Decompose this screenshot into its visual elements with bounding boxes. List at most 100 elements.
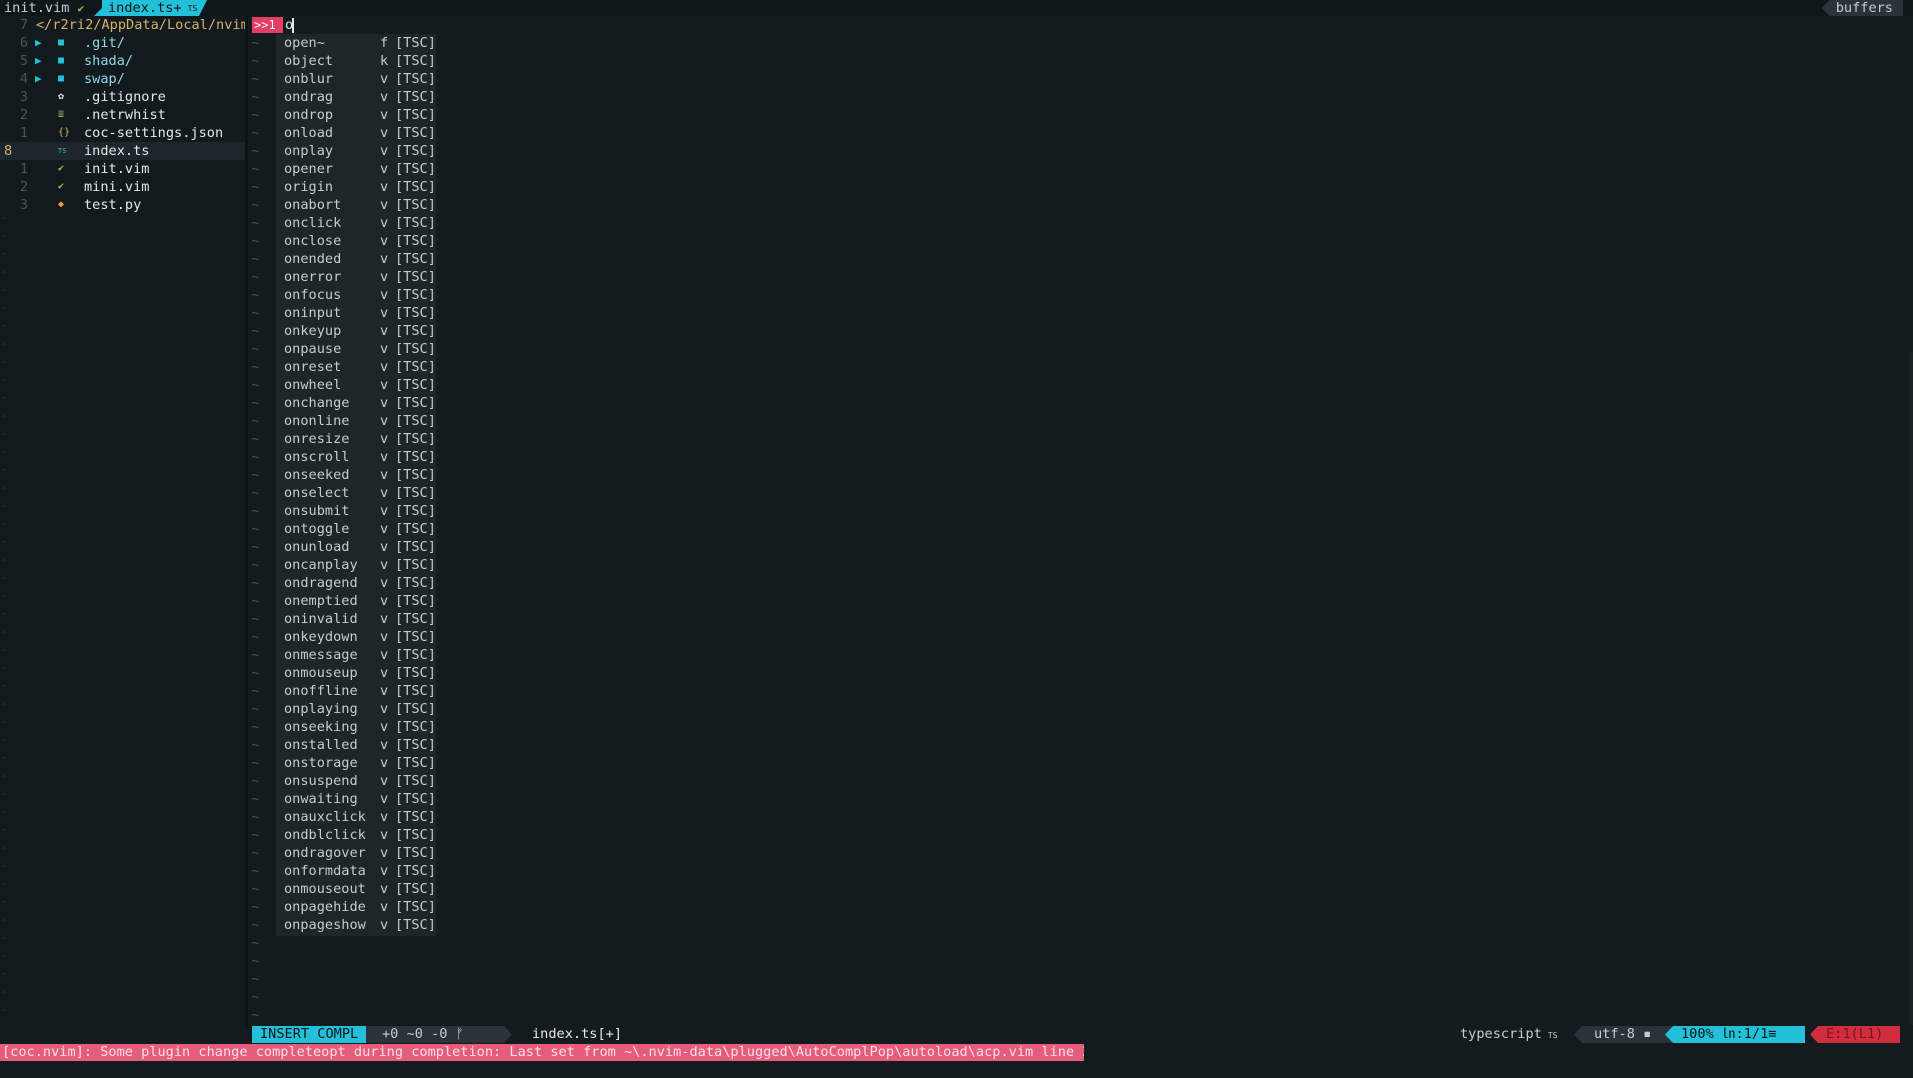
completion-kind: v (380, 665, 389, 681)
expand-arrow-icon[interactable]: ▶ (35, 34, 42, 52)
completion-word: onscroll (284, 449, 350, 465)
file-name[interactable]: coc-settings.json (84, 124, 223, 142)
empty-line-marker: ´ (0, 793, 7, 804)
completion-item[interactable]: ondrop v [TSC] (284, 106, 436, 124)
completion-kind: v (380, 845, 389, 861)
completion-word: onsuspend (284, 773, 358, 789)
completion-item[interactable]: onclose v [TSC] (284, 232, 436, 250)
completion-source: [TSC] (395, 251, 436, 267)
status-filename: index.ts[+] (532, 1026, 623, 1042)
empty-line-marker: ~ (251, 557, 260, 573)
completion-item[interactable]: onchange v [TSC] (284, 394, 436, 412)
expand-arrow-icon[interactable]: ▶ (35, 70, 42, 88)
completion-kind: v (380, 323, 389, 339)
completion-item[interactable]: onmouseout v [TSC] (284, 880, 436, 898)
completion-item[interactable]: object k [TSC] (284, 52, 436, 70)
completion-word: onmouseup (284, 665, 358, 681)
vim-icon: ✔ (58, 181, 65, 192)
completion-item[interactable]: ontoggle v [TSC] (284, 520, 436, 538)
empty-line-marker: ~ (251, 269, 260, 285)
completion-item[interactable]: onauxclick v [TSC] (284, 808, 436, 826)
expand-arrow-icon[interactable]: ▶ (35, 52, 42, 70)
status-diagnostics[interactable]: E:1(L1) (1810, 1026, 1900, 1043)
completion-item[interactable]: onoffline v [TSC] (284, 682, 436, 700)
file-name[interactable]: .gitignore (84, 88, 166, 106)
tab-index-ts[interactable]: index.ts+ TS (94, 0, 207, 16)
file-name[interactable]: shada/ (84, 52, 133, 70)
completion-item[interactable]: onscroll v [TSC] (284, 448, 436, 466)
completion-item[interactable]: ondragend v [TSC] (284, 574, 436, 592)
scrollbar[interactable] (1909, 352, 1913, 1032)
empty-line-marker: ´ (0, 703, 7, 714)
buffers-label[interactable]: buffers (1821, 0, 1903, 16)
mode-indicator: INSERT COMPL (252, 1026, 374, 1043)
empty-line-marker: ´ (0, 1009, 7, 1020)
completion-item[interactable]: opener v [TSC] (284, 160, 436, 178)
completion-item[interactable]: onplay v [TSC] (284, 142, 436, 160)
completion-item[interactable]: onselect v [TSC] (284, 484, 436, 502)
completion-word: ondragover (284, 845, 366, 861)
editor-pane[interactable]: ~ ~ ~ ~ ~ ~ ~ ~ ~ ~ ~ ~ ~ ~ ~ ~ ~ ~ ~ ~ ~ ~ ~ ~ ~ ~ ~ ~ ~ ~ ~ ~ ~ ~ ~ ~ ~ ~ ~ ~… (248, 16, 1913, 1027)
completion-item[interactable]: onstalled v [TSC] (284, 736, 436, 754)
completion-item[interactable]: onseeked v [TSC] (284, 466, 436, 484)
completion-item[interactable]: ononline v [TSC] (284, 412, 436, 430)
completion-source: [TSC] (395, 179, 436, 195)
file-name[interactable]: index.ts (84, 142, 149, 160)
file-name[interactable]: .netrwhist (84, 106, 166, 124)
completion-item[interactable]: onwaiting v [TSC] (284, 790, 436, 808)
completion-item[interactable]: onwheel v [TSC] (284, 376, 436, 394)
file-name[interactable]: test.py (84, 196, 141, 214)
completion-item[interactable]: onstorage v [TSC] (284, 754, 436, 772)
completion-source: [TSC] (395, 521, 436, 537)
line-number: 6 (19, 35, 28, 51)
completion-item[interactable]: onemptied v [TSC] (284, 592, 436, 610)
completion-item[interactable]: onload v [TSC] (284, 124, 436, 142)
empty-line-marker: ~ (251, 413, 260, 429)
file-name[interactable]: .git/ (84, 34, 125, 52)
completion-item[interactable]: ondrag v [TSC] (284, 88, 436, 106)
completion-source: [TSC] (395, 647, 436, 663)
file-name[interactable]: init.vim (84, 160, 149, 178)
completion-item[interactable]: onerror v [TSC] (284, 268, 436, 286)
completion-item[interactable]: onmouseup v [TSC] (284, 664, 436, 682)
completion-item[interactable]: onblur v [TSC] (284, 70, 436, 88)
empty-line-marker: ´ (0, 757, 7, 768)
completion-item[interactable]: onunload v [TSC] (284, 538, 436, 556)
completion-item[interactable]: onkeyup v [TSC] (284, 322, 436, 340)
completion-item[interactable]: ondblclick v [TSC] (284, 826, 436, 844)
completion-item[interactable]: onpagehide v [TSC] (284, 898, 436, 916)
completion-item[interactable]: onfocus v [TSC] (284, 286, 436, 304)
completion-kind: v (380, 881, 389, 897)
completion-item[interactable]: oninput v [TSC] (284, 304, 436, 322)
completion-word: ononline (284, 413, 350, 429)
completion-item[interactable]: onreset v [TSC] (284, 358, 436, 376)
completion-word: ontoggle (284, 521, 350, 537)
completion-item[interactable]: oninvalid v [TSC] (284, 610, 436, 628)
completion-item[interactable]: onkeydown v [TSC] (284, 628, 436, 646)
completion-item[interactable]: origin v [TSC] (284, 178, 436, 196)
completion-item[interactable]: onpause v [TSC] (284, 340, 436, 358)
completion-item[interactable]: oncanplay v [TSC] (284, 556, 436, 574)
completion-item[interactable]: open~ f [TSC] (284, 34, 436, 52)
file-name[interactable]: mini.vim (84, 178, 149, 196)
completion-item[interactable]: onmessage v [TSC] (284, 646, 436, 664)
completion-item[interactable]: onresize v [TSC] (284, 430, 436, 448)
completion-item[interactable]: onsubmit v [TSC] (284, 502, 436, 520)
file-name[interactable]: swap/ (84, 70, 125, 88)
completion-item[interactable]: ondragover v [TSC] (284, 844, 436, 862)
completion-menu[interactable]: open~ f [TSC] object k [TSC] onblur v [TSC] ondra… (276, 34, 436, 936)
completion-item[interactable]: onabort v [TSC] (284, 196, 436, 214)
completion-item[interactable]: onsuspend v [TSC] (284, 772, 436, 790)
completion-item[interactable]: onclick v [TSC] (284, 214, 436, 232)
completion-source: [TSC] (395, 701, 436, 717)
tab-init-vim[interactable]: init.vim ✔ (4, 0, 84, 17)
completion-item[interactable]: onformdata v [TSC] (284, 862, 436, 880)
completion-kind: v (380, 125, 389, 141)
completion-item[interactable]: onpageshow v [TSC] (284, 916, 436, 934)
completion-word: ondrag (284, 89, 334, 105)
completion-word: onpageshow (284, 917, 366, 933)
completion-item[interactable]: onended v [TSC] (284, 250, 436, 268)
completion-item[interactable]: onplaying v [TSC] (284, 700, 436, 718)
completion-item[interactable]: onseeking v [TSC] (284, 718, 436, 736)
empty-line-marker: ´ (0, 235, 7, 246)
